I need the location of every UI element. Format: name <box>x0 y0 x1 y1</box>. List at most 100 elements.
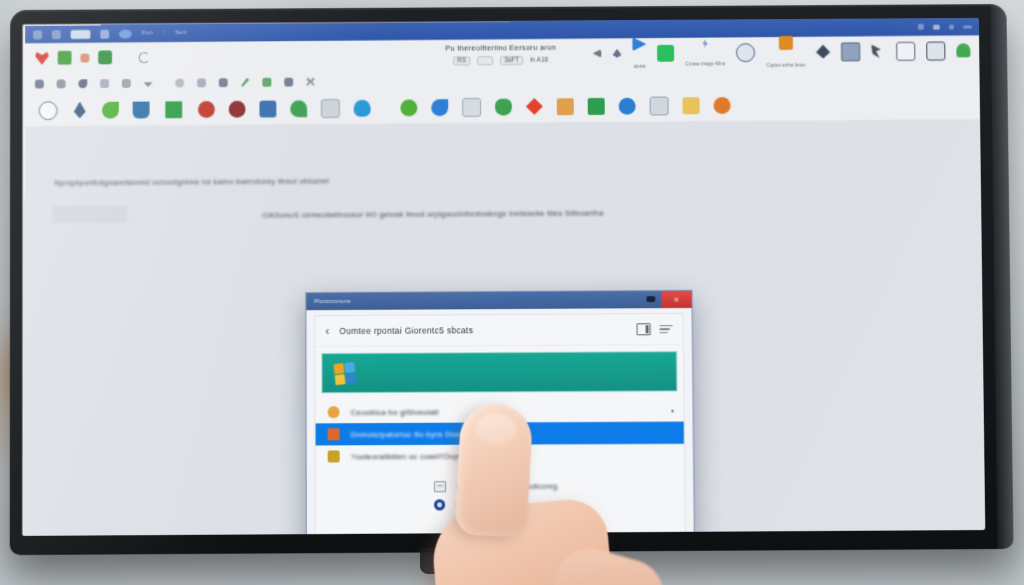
window-minimize-icon[interactable] <box>917 23 924 30</box>
tab-favicon[interactable] <box>118 29 132 39</box>
pointer-icon[interactable] <box>871 44 885 58</box>
radio-icon[interactable] <box>434 499 446 511</box>
dialog-close-button[interactable]: ✕ <box>661 290 692 309</box>
diamond-red-icon[interactable] <box>526 98 543 115</box>
address-badge: RS <box>453 56 471 66</box>
toolbar-icon-label: alerta <box>633 63 646 69</box>
toolbar-icon-label: Crosse image Wins <box>685 60 726 67</box>
tab-favicon[interactable] <box>70 29 91 39</box>
app-blue-icon[interactable] <box>618 97 636 115</box>
tab-favicon[interactable] <box>100 29 110 39</box>
camera-pink-icon[interactable] <box>556 97 574 115</box>
checkbox-icon[interactable] <box>433 481 447 493</box>
toolbar-right-cluster: alerta Crosse image Wins Copies turhot b… <box>593 34 971 69</box>
address-bar-meta: RS 3aFT in A18 <box>453 55 549 66</box>
book-orange-icon[interactable] <box>778 35 793 50</box>
option-checkbox-row[interactable]: Comdctboq oodhg lsotcoreg <box>433 480 684 493</box>
split-panel-icon[interactable] <box>636 323 651 336</box>
plant-icon[interactable] <box>290 99 308 117</box>
option-radio-row[interactable]: Cinrois <box>434 498 685 511</box>
address-bar-title[interactable]: Pu thereoitteriino Eersoru aron <box>445 43 556 53</box>
camera-icon[interactable] <box>100 78 110 88</box>
folder-icon <box>327 450 340 463</box>
wordpress-icon[interactable] <box>228 100 246 118</box>
bar-icon[interactable] <box>462 97 482 117</box>
edit-icon[interactable] <box>241 77 250 86</box>
dialog-minimize-icon[interactable] <box>646 296 656 303</box>
list-menu-icon[interactable] <box>659 324 673 334</box>
window-maximize-icon[interactable] <box>948 24 955 30</box>
chevron-down-icon[interactable] <box>932 24 940 30</box>
watering-can-icon[interactable] <box>494 98 512 116</box>
chart-icon[interactable] <box>197 77 206 87</box>
apple-icon[interactable] <box>198 100 215 118</box>
stack-icon[interactable] <box>56 78 66 88</box>
shield-icon[interactable] <box>353 99 371 117</box>
back-chevron-icon[interactable] <box>593 49 602 58</box>
evernote-green-icon[interactable] <box>657 44 675 62</box>
square-green-icon[interactable] <box>98 50 113 65</box>
dialog-header: ‹ Oumtee rpontai Giorentc5 sbcats <box>315 314 683 348</box>
page-ghost-button[interactable] <box>52 205 128 224</box>
play-blue-icon[interactable] <box>632 37 646 51</box>
pen-icon[interactable] <box>613 49 622 58</box>
lock-green-icon[interactable] <box>956 43 971 58</box>
clock-icon[interactable] <box>736 42 756 62</box>
sketch-icon[interactable] <box>320 98 340 118</box>
picture-icon[interactable] <box>163 98 185 120</box>
cup-icon[interactable] <box>132 101 150 118</box>
umbrella-icon[interactable] <box>816 45 830 59</box>
lightning-icon[interactable] <box>701 39 710 48</box>
cloud-icon[interactable] <box>175 78 185 87</box>
list-item-label: Dninotcipatortoc tto byra Doecharcion <box>350 429 493 439</box>
heart-icon[interactable] <box>35 51 49 65</box>
dialog-options: Comdctboq oodhg lsotcoreg Cinrois <box>433 480 685 511</box>
modal-dialog[interactable]: Picnicroruns ✕ ‹ Oumtee rpontai Giorentc… <box>305 289 696 536</box>
tab-label[interactable]: Setr <box>175 30 187 36</box>
rocket-icon[interactable] <box>71 102 88 119</box>
cross-icon[interactable] <box>306 77 315 86</box>
dialog-title-bar[interactable]: Picnicroruns ✕ <box>306 290 692 311</box>
more-options-icon[interactable] <box>671 409 674 413</box>
dialog-title-text: Picnicroruns <box>314 298 351 305</box>
back-chevron-icon[interactable]: ‹ <box>325 324 329 338</box>
list-item[interactable]: Dninotcipatortoc tto byra Doecharcion <box>315 421 684 446</box>
tag-icon[interactable] <box>80 53 90 63</box>
pin-icon[interactable] <box>34 79 44 89</box>
notes-icon[interactable] <box>649 95 669 116</box>
key-icon[interactable] <box>218 77 228 87</box>
envelope-icon[interactable] <box>682 96 700 114</box>
list-item-label: Ceoobica bo glSiveuiait <box>350 407 439 417</box>
leaf-icon[interactable] <box>101 101 119 119</box>
address-meta-text: in A18 <box>530 56 549 64</box>
image-icon[interactable] <box>840 41 861 61</box>
browser-toolbars: Pu thereoitteriino Eersoru aron RS 3aFT … <box>24 34 982 128</box>
folder-green-icon[interactable] <box>57 50 72 65</box>
frame-icon[interactable] <box>896 41 916 61</box>
blue-square-icon[interactable] <box>259 100 277 118</box>
list-item[interactable]: ?ooteoraitidien oc cowi/l'Oopns <box>316 444 684 468</box>
book-green-icon[interactable] <box>587 97 605 115</box>
dual-window-icon[interactable] <box>926 41 946 61</box>
list-item-label: ?ooteoraitidien oc cowi/l'Oopns <box>350 451 468 461</box>
flag-icon[interactable] <box>284 77 294 87</box>
globe-green-icon[interactable] <box>400 98 418 116</box>
refresh-icon[interactable] <box>138 51 150 63</box>
window-close-icon[interactable] <box>963 24 973 29</box>
option-label: Cinrois <box>456 500 482 510</box>
link-icon[interactable] <box>121 78 131 88</box>
page-paragraph-1: Nprsptyontlotgnaretaiomd ocioorlgnime to… <box>54 176 330 188</box>
bag-green-icon[interactable] <box>262 77 272 87</box>
bird-icon[interactable] <box>78 78 88 88</box>
list-item[interactable]: Ceoobica bo glSiveuiait <box>316 399 684 423</box>
download-icon[interactable] <box>144 78 153 87</box>
timer-icon[interactable] <box>38 100 58 120</box>
tab-label[interactable]: Fun <box>142 30 153 36</box>
toolbar-icon-label: Copies turhot bean <box>766 62 806 68</box>
tab-favicon[interactable] <box>51 29 61 39</box>
tab-favicon[interactable] <box>33 29 43 39</box>
option-label: Comdctboq oodhg lsotcoreg <box>457 481 558 492</box>
globe-orange-icon[interactable] <box>713 96 731 114</box>
dialog-list[interactable]: Ceoobica bo glSiveuiait Dninotcipatortoc… <box>315 399 685 468</box>
swirl-blue-icon[interactable] <box>431 98 449 116</box>
